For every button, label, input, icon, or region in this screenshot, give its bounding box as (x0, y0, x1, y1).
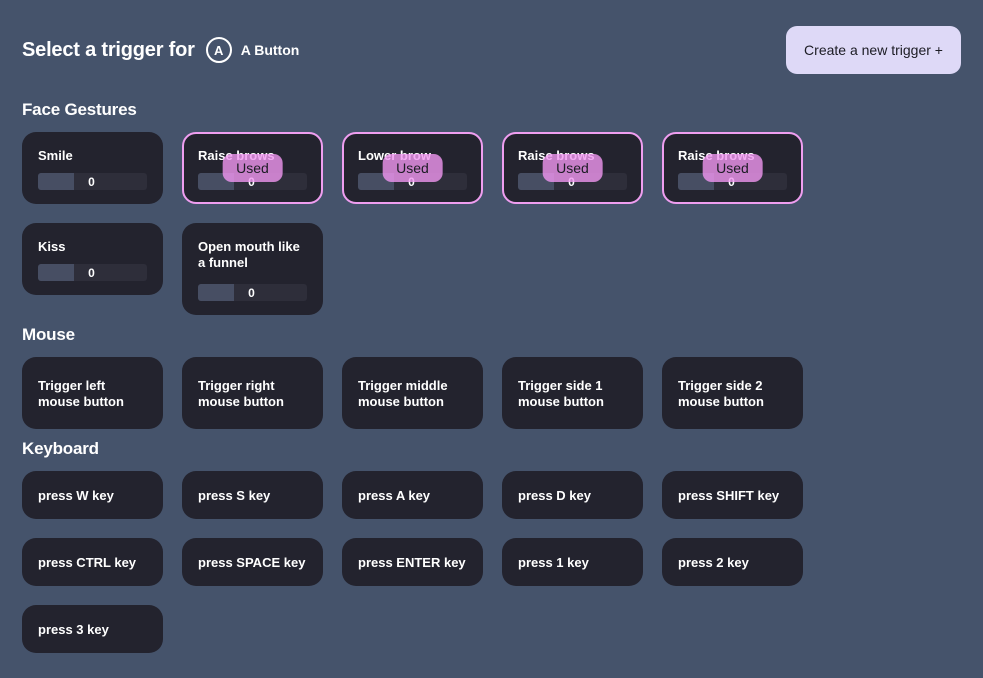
trigger-card-label: press 3 key (38, 621, 109, 637)
a-button-icon: A (205, 37, 232, 63)
trigger-card[interactable]: Lower brow 0 Used (342, 132, 483, 204)
trigger-card[interactable]: press SHIFT key (662, 471, 803, 519)
header-title-group: Select a trigger for A A Button (22, 37, 299, 63)
card-grid: Smile 0 Raise brows 0 Used Lower brow 0 Used Rai… (22, 132, 961, 315)
section-2: Keyboard press W key press S key press A ke… (22, 439, 961, 653)
gesture-meter-fill (38, 264, 74, 281)
trigger-card[interactable]: Open mouth like a funnel 0 (182, 223, 323, 315)
page-header: Select a trigger for A A Button Create a… (22, 0, 961, 100)
trigger-card[interactable]: press 1 key (502, 538, 643, 586)
trigger-card[interactable]: Trigger right mouse button (182, 357, 323, 429)
trigger-card-label: Trigger middle mouse button (358, 377, 448, 409)
trigger-card[interactable]: Trigger side 1 mouse button (502, 357, 643, 429)
trigger-card-label: Open mouth like a funnel (198, 239, 300, 271)
trigger-card-label: Smile (38, 148, 73, 163)
trigger-card-label: Raise brows (198, 148, 275, 163)
section-title: Face Gestures (22, 100, 137, 119)
section-title: Mouse (22, 325, 75, 344)
trigger-card[interactable]: Trigger middle mouse button (342, 357, 483, 429)
gesture-meter-fill (38, 173, 74, 190)
trigger-card-label: press A key (358, 487, 431, 503)
gesture-meter-fill (358, 173, 394, 190)
trigger-card-label: Trigger side 1 mouse button (518, 377, 604, 409)
trigger-card-label: Trigger left mouse button (38, 377, 124, 409)
gesture-meter-value: 0 (88, 174, 95, 189)
gesture-strength-meter: 0 (358, 173, 467, 190)
gesture-meter-fill (678, 173, 714, 190)
trigger-card-label: press CTRL key (38, 554, 137, 570)
gesture-strength-meter: 0 (518, 173, 627, 190)
card-grid: press W key press S key press A key press D… (22, 471, 961, 653)
create-new-trigger-button[interactable]: Create a new trigger + (786, 26, 961, 74)
trigger-card-label: press 2 key (678, 554, 749, 570)
trigger-card-label: press SPACE key (198, 554, 306, 570)
trigger-card[interactable]: press ENTER key (342, 538, 483, 586)
trigger-card-label: press S key (198, 487, 271, 503)
page-title: Select a trigger for (22, 38, 195, 61)
trigger-card[interactable]: Raise brows 0 Used (182, 132, 323, 204)
section-title: Keyboard (22, 439, 99, 458)
trigger-card[interactable]: press W key (22, 471, 163, 519)
section-1: Mouse Trigger left mouse button Trigger ri… (22, 325, 961, 429)
trigger-card[interactable]: press 2 key (662, 538, 803, 586)
gesture-meter-value: 0 (408, 174, 415, 189)
gesture-meter-value: 0 (248, 285, 255, 300)
trigger-card-label: press W key (38, 487, 114, 503)
gesture-meter-value: 0 (728, 174, 735, 189)
trigger-card[interactable]: press CTRL key (22, 538, 163, 586)
trigger-card[interactable]: press A key (342, 471, 483, 519)
trigger-card[interactable]: press SPACE key (182, 538, 323, 586)
gesture-strength-meter: 0 (198, 173, 307, 190)
trigger-card-label: Kiss (38, 239, 66, 254)
section-0: Face Gestures Smile 0 Raise brows 0 Used Lower… (22, 100, 961, 315)
gesture-strength-meter: 0 (38, 264, 147, 281)
trigger-card-label: Raise brows (678, 148, 755, 163)
trigger-card[interactable]: Raise brows 0 Used (502, 132, 643, 204)
gesture-meter-value: 0 (568, 174, 575, 189)
trigger-card[interactable]: Kiss 0 (22, 223, 163, 295)
gesture-strength-meter: 0 (678, 173, 787, 190)
trigger-card-label: press ENTER key (358, 554, 466, 570)
trigger-card-label: Trigger right mouse button (198, 377, 284, 409)
gesture-meter-fill (198, 284, 234, 301)
gesture-meter-value: 0 (248, 174, 255, 189)
trigger-card-label: press 1 key (518, 554, 589, 570)
gesture-strength-meter: 0 (38, 173, 147, 190)
trigger-card[interactable]: Raise brows 0 Used (662, 132, 803, 204)
trigger-picker-page: Select a trigger for A A Button Create a… (0, 0, 983, 678)
target-binding-label: A Button (240, 42, 300, 58)
gesture-meter-fill (198, 173, 234, 190)
trigger-card-label: Raise brows (518, 148, 595, 163)
trigger-card[interactable]: Trigger side 2 mouse button (662, 357, 803, 429)
sections-container: Face Gestures Smile 0 Raise brows 0 Used Lower… (22, 100, 961, 653)
trigger-card-label: Trigger side 2 mouse button (678, 377, 764, 409)
card-grid: Trigger left mouse button Trigger right m… (22, 357, 961, 429)
gesture-strength-meter: 0 (198, 284, 307, 301)
trigger-card[interactable]: press 3 key (22, 605, 163, 653)
trigger-card[interactable]: Smile 0 (22, 132, 163, 204)
gesture-meter-value: 0 (88, 265, 95, 280)
trigger-card[interactable]: Trigger left mouse button (22, 357, 163, 429)
trigger-card-label: press SHIFT key (678, 487, 780, 503)
trigger-card[interactable]: press D key (502, 471, 643, 519)
trigger-card-label: press D key (518, 487, 591, 503)
gesture-meter-fill (518, 173, 554, 190)
trigger-card[interactable]: press S key (182, 471, 323, 519)
trigger-card-label: Lower brow (358, 148, 431, 163)
